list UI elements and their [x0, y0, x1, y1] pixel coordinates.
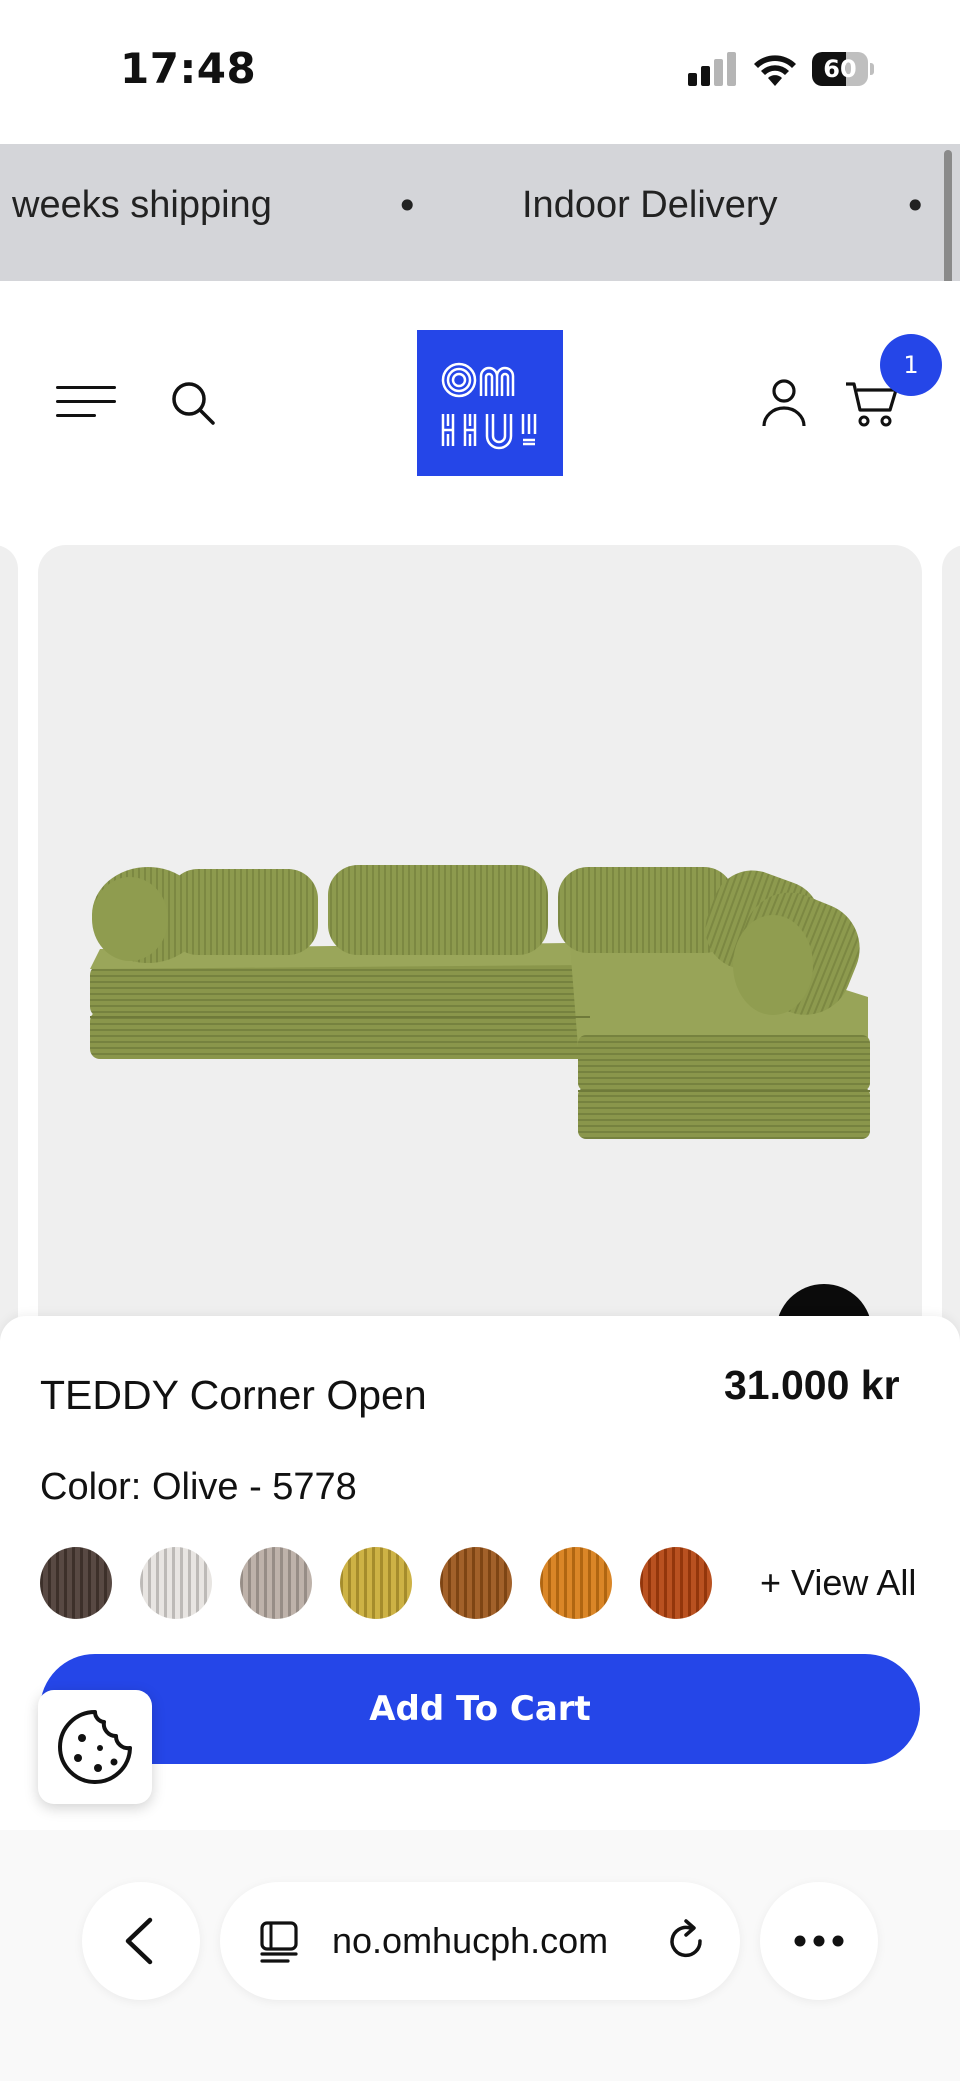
tabs-icon[interactable]: [258, 1920, 300, 1964]
color-swatch-taupe[interactable]: [240, 1547, 312, 1619]
cellular-signal-icon: [688, 52, 738, 86]
color-swatch-rust-brown[interactable]: [440, 1547, 512, 1619]
color-label: Color:: [40, 1466, 142, 1508]
wifi-icon: [754, 55, 796, 86]
announcement-item: weeks shipping: [12, 184, 272, 226]
product-price: 31.000 kr: [724, 1362, 900, 1408]
announcement-separator: •: [904, 184, 927, 228]
cookie-settings-button[interactable]: [38, 1690, 152, 1804]
product-title: TEDDY Corner Open: [40, 1372, 427, 1418]
back-icon: [125, 1917, 153, 1965]
announcement-item: Indoor Delivery: [522, 184, 778, 226]
account-icon[interactable]: [758, 376, 810, 428]
view-all-colors-link[interactable]: + View All: [760, 1562, 916, 1604]
menu-icon[interactable]: [56, 382, 118, 422]
announcement-bar: weeks shipping • Indoor Delivery •: [0, 144, 960, 281]
status-time: 17:48: [120, 44, 257, 93]
color-swatch-dark-brown[interactable]: [40, 1547, 112, 1619]
brand-logo[interactable]: [417, 330, 563, 476]
reload-icon[interactable]: [664, 1918, 710, 1964]
color-selection-label: Color: Olive - 5778: [40, 1466, 357, 1509]
product-image[interactable]: [38, 545, 922, 1345]
color-swatch-burnt-orange[interactable]: [640, 1547, 712, 1619]
url-text[interactable]: no.omhucph.com: [332, 1920, 608, 1962]
cookie-icon: [58, 1710, 132, 1784]
next-image-peek[interactable]: [942, 545, 960, 1345]
back-button[interactable]: [82, 1882, 200, 2000]
more-options-button[interactable]: [760, 1882, 878, 2000]
announcement-separator: •: [396, 184, 419, 228]
omhu-logo-mark: [441, 362, 537, 450]
previous-image-peek[interactable]: [0, 545, 18, 1345]
color-swatch-orange[interactable]: [540, 1547, 612, 1619]
color-swatch-mustard[interactable]: [340, 1547, 412, 1619]
sofa-illustration: [90, 865, 870, 1139]
battery-percentage: 60: [823, 55, 857, 83]
more-icon: [794, 1935, 844, 1947]
add-to-cart-button[interactable]: Add To Cart: [40, 1654, 920, 1764]
scrollbar[interactable]: [944, 150, 952, 288]
cart-count-badge[interactable]: 1: [880, 334, 942, 396]
color-swatch-off-white[interactable]: [140, 1547, 212, 1619]
battery-icon: 60: [812, 52, 874, 86]
search-icon[interactable]: [168, 378, 218, 428]
color-value: Olive - 5778: [151, 1466, 357, 1508]
